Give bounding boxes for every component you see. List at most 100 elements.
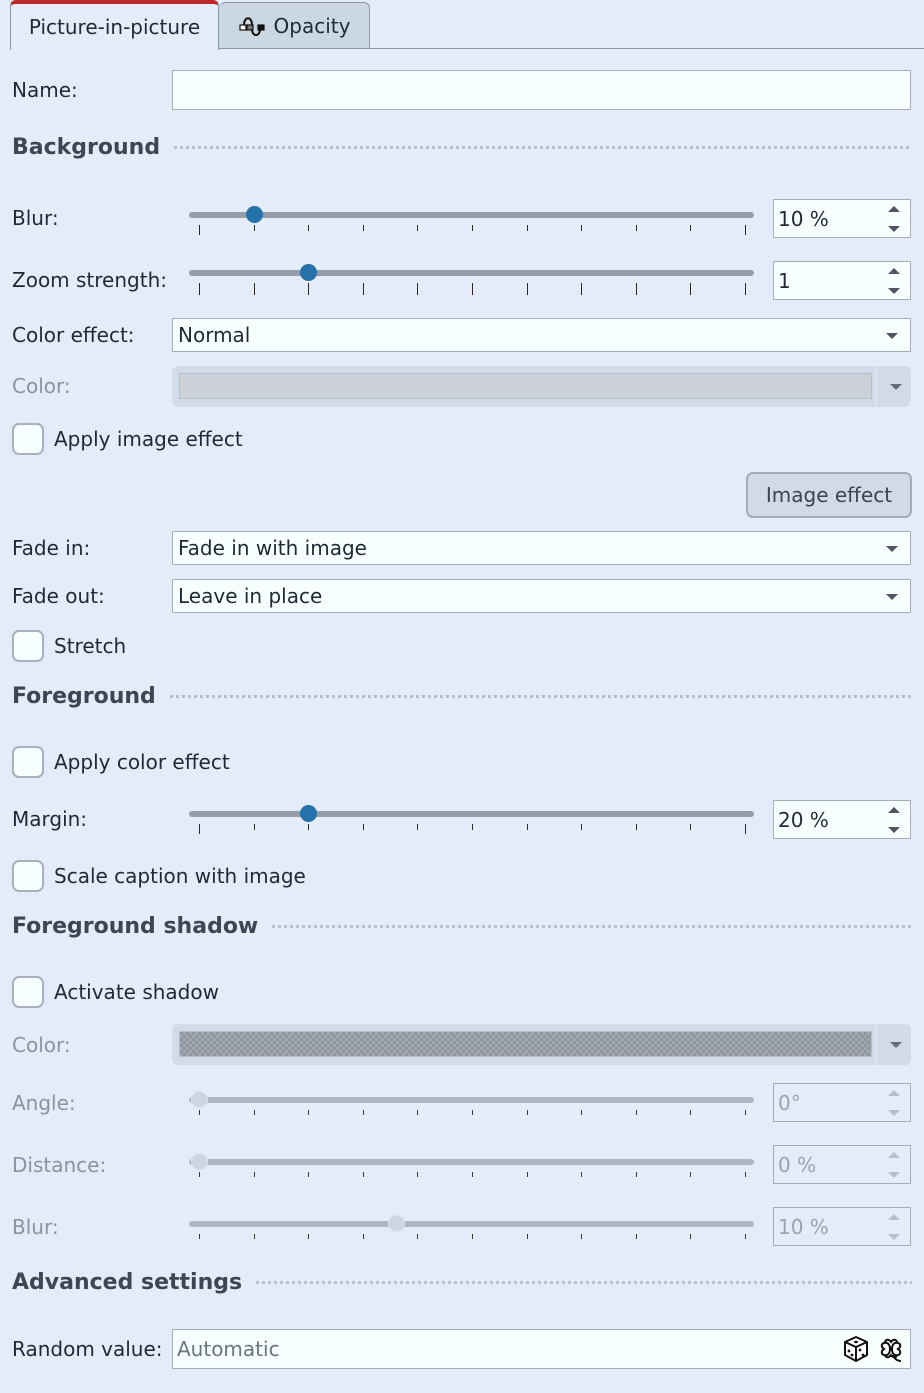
slider-tick: [635, 824, 637, 830]
spin-up-icon[interactable]: [888, 807, 900, 813]
background-color-picker[interactable]: [172, 366, 911, 407]
chevron-down-icon: [886, 594, 898, 600]
section-title: Foreground shadow: [12, 913, 259, 939]
clover-icon[interactable]: [877, 1335, 905, 1363]
slider-tick: [199, 1110, 200, 1115]
blur-spinbox[interactable]: 10 %: [773, 199, 911, 238]
slider-tick: [253, 1234, 255, 1239]
image-effect-button[interactable]: Image effect: [746, 472, 912, 518]
spin-up-icon[interactable]: [888, 1214, 900, 1220]
chevron-down-icon: [890, 1042, 902, 1048]
slider-tick: [635, 1234, 637, 1239]
checkbox-label: Activate shadow: [54, 980, 219, 1004]
slider-tick: [581, 225, 583, 231]
angle-label: Angle:: [12, 1091, 76, 1115]
zoom-strength-slider[interactable]: [189, 264, 754, 310]
slider-track[interactable]: [189, 1159, 754, 1165]
slider-tick: [472, 225, 473, 231]
slider-tick: [526, 1110, 528, 1115]
spin-up-icon[interactable]: [888, 268, 900, 274]
shadow-color-label: Color:: [12, 1033, 71, 1057]
slider-thumb[interactable]: [300, 264, 318, 281]
slider-tick: [253, 283, 255, 295]
combo-separator: [875, 366, 877, 407]
distance-slider[interactable]: [189, 1153, 754, 1199]
shadow-blur-slider[interactable]: [189, 1215, 754, 1261]
slider-tick: [417, 824, 419, 830]
slider-tick: [635, 225, 637, 231]
tab-opacity[interactable]: Opacity: [219, 2, 370, 48]
slider-tick: [308, 225, 310, 231]
slider-tick: [308, 283, 310, 295]
blur-slider[interactable]: [189, 206, 754, 252]
fade-in-dropdown[interactable]: Fade in with image: [172, 531, 911, 565]
shadow-blur-spinbox[interactable]: 10 %: [773, 1207, 911, 1246]
checkbox-box[interactable]: [12, 860, 44, 892]
spin-down-icon[interactable]: [888, 1110, 900, 1116]
angle-spinbox[interactable]: 0°: [773, 1083, 911, 1122]
margin-spinbox[interactable]: 20 %: [773, 800, 911, 839]
slider-track[interactable]: [189, 811, 754, 817]
spin-up-icon[interactable]: [888, 206, 900, 212]
slider-tick: [472, 824, 473, 830]
margin-slider[interactable]: [189, 805, 754, 851]
slider-tick: [526, 283, 528, 295]
slider-tick: [472, 283, 473, 295]
checkbox-box[interactable]: [12, 423, 44, 455]
scale-caption-checkbox[interactable]: Scale caption with image: [12, 860, 306, 892]
slider-tick: [253, 1172, 255, 1177]
tab-label: Picture-in-picture: [28, 15, 201, 39]
checkbox-box[interactable]: [12, 630, 44, 662]
tab-picture-in-picture[interactable]: Picture-in-picture: [10, 0, 219, 50]
slider-thumb[interactable]: [387, 1215, 405, 1232]
slider-tick: [199, 225, 200, 235]
slider-thumb[interactable]: [191, 1091, 208, 1108]
distance-spinbox[interactable]: 0 %: [773, 1145, 911, 1184]
slider-thumb[interactable]: [245, 206, 263, 223]
color-swatch: [179, 373, 872, 399]
spin-down-icon[interactable]: [888, 288, 900, 294]
fade-in-value: Fade in with image: [178, 536, 367, 560]
stretch-checkbox[interactable]: Stretch: [12, 630, 126, 662]
slider-track[interactable]: [189, 212, 754, 218]
checkbox-box[interactable]: [12, 746, 44, 778]
slider-tick: [526, 225, 528, 231]
spin-down-icon[interactable]: [888, 226, 900, 232]
slider-track[interactable]: [189, 1221, 754, 1227]
random-value-input[interactable]: Automatic: [172, 1329, 911, 1369]
angle-slider[interactable]: [189, 1091, 754, 1137]
spin-up-icon[interactable]: [888, 1152, 900, 1158]
checkbox-label: Scale caption with image: [54, 864, 306, 888]
zoom-strength-spinbox[interactable]: 1: [773, 261, 911, 300]
color-effect-dropdown[interactable]: Normal: [172, 318, 911, 352]
fade-out-label: Fade out:: [12, 584, 105, 608]
section-divider: [174, 145, 912, 149]
slider-tick: [417, 1110, 419, 1115]
blur-value: 10 %: [778, 206, 829, 231]
checkbox-box[interactable]: [12, 976, 44, 1008]
slider-track[interactable]: [189, 1097, 754, 1103]
section-advanced-settings: Advanced settings: [12, 1267, 912, 1297]
color-effect-label: Color effect:: [12, 323, 135, 347]
apply-image-effect-checkbox[interactable]: Apply image effect: [12, 423, 243, 455]
slider-tick: [581, 283, 583, 295]
section-divider: [256, 1280, 912, 1284]
shadow-color-picker[interactable]: [172, 1024, 911, 1065]
fade-out-dropdown[interactable]: Leave in place: [172, 579, 911, 613]
distance-value: 0 %: [778, 1152, 817, 1177]
spin-down-icon[interactable]: [888, 827, 900, 833]
spin-up-icon[interactable]: [888, 1090, 900, 1096]
spin-down-icon[interactable]: [888, 1172, 900, 1178]
slider-tick: [526, 1172, 528, 1177]
spin-down-icon[interactable]: [888, 1234, 900, 1240]
slider-thumb[interactable]: [191, 1153, 208, 1170]
name-input[interactable]: [172, 70, 911, 110]
slider-thumb[interactable]: [300, 805, 318, 822]
slider-tick: [745, 824, 746, 834]
apply-color-effect-checkbox[interactable]: Apply color effect: [12, 746, 230, 778]
slider-track[interactable]: [189, 270, 754, 276]
shadow-blur-value: 10 %: [778, 1214, 829, 1239]
slider-tick: [635, 1110, 637, 1115]
activate-shadow-checkbox[interactable]: Activate shadow: [12, 976, 219, 1008]
dice-icon[interactable]: [842, 1335, 870, 1363]
